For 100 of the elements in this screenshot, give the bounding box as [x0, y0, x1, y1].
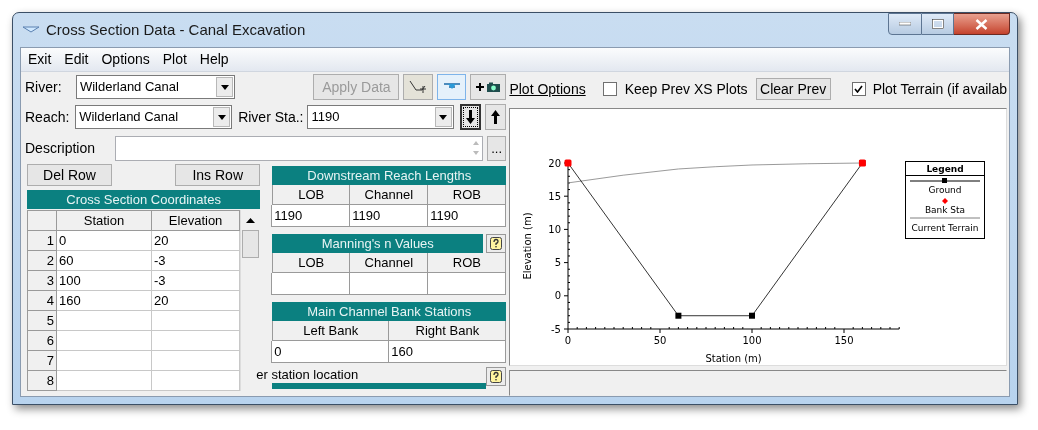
close-icon: [975, 18, 988, 30]
tick-label: 10: [548, 223, 562, 235]
axis-title: Elevation (m): [522, 212, 534, 280]
reach-dropdown[interactable]: Wilderland Canal: [75, 105, 233, 129]
row-number: 3: [27, 271, 57, 291]
down-arrow-icon: [466, 110, 475, 124]
cross-section-edit-button[interactable]: [403, 74, 433, 100]
table-cell[interactable]: 100: [57, 271, 152, 291]
field-label: River Sta.:: [238, 107, 304, 127]
maximize-button[interactable]: [922, 13, 954, 35]
column-header: ROB: [427, 185, 507, 205]
tick-label: 150: [834, 335, 854, 346]
column-header: Elevation: [152, 210, 241, 231]
help-button[interactable]: [486, 367, 507, 386]
legend-label: Ground: [928, 185, 962, 195]
table-cell[interactable]: 20: [152, 231, 241, 251]
insert-row-button[interactable]: Ins Row: [175, 164, 261, 186]
clear-prev-button[interactable]: Clear Prev: [755, 78, 831, 100]
delete-row-button[interactable]: Del Row: [27, 164, 112, 186]
minimize-icon: [899, 22, 911, 26]
tick-label: 0: [555, 290, 562, 302]
tick-label: 15: [548, 190, 562, 202]
table-cell[interactable]: [152, 331, 241, 351]
help-button[interactable]: [486, 234, 507, 253]
checkbox-label: Keep Prev XS Plots: [624, 79, 748, 99]
add-camera-icon: [475, 81, 502, 93]
column-header: Left Bank: [272, 321, 390, 341]
tick-label: 100: [742, 335, 762, 346]
table-cell[interactable]: [152, 371, 241, 391]
row-number: 5: [27, 311, 57, 331]
input-field[interactable]: 1190: [271, 205, 351, 227]
menu-item[interactable]: Edit: [64, 49, 89, 70]
section-header: Main Channel Bank Stations: [272, 302, 507, 321]
table-cell[interactable]: [57, 331, 152, 351]
corner-header: [27, 210, 57, 231]
column-header: Right Bank: [388, 321, 507, 341]
up-arrow-icon: [491, 110, 501, 124]
table-cell[interactable]: [57, 371, 152, 391]
table-cell[interactable]: 60: [57, 251, 152, 271]
table-cell[interactable]: 20: [152, 291, 241, 311]
axis-title: Station (m): [705, 353, 763, 364]
help-icon: [490, 237, 503, 250]
section-header: Manning's n Values: [272, 234, 484, 253]
input-field[interactable]: 1190: [349, 205, 429, 227]
plot-options-link[interactable]: Plot Options: [509, 78, 586, 100]
table-cell[interactable]: -3: [152, 271, 241, 291]
table-cell[interactable]: 160: [57, 291, 152, 311]
help-icon: [490, 370, 503, 383]
river-station-dropdown[interactable]: 1190: [307, 105, 454, 129]
table-cell[interactable]: [57, 351, 152, 371]
scroll-thumb[interactable]: [242, 230, 260, 258]
checkbox-label: Plot Terrain (if availab: [872, 79, 1007, 99]
input-field[interactable]: [427, 273, 507, 295]
menu-item[interactable]: Help: [199, 49, 229, 70]
more-button[interactable]: ...: [486, 135, 507, 161]
table-cell[interactable]: [152, 311, 241, 331]
input-field[interactable]: [349, 273, 429, 295]
tick-label: 50: [654, 335, 667, 346]
input-field[interactable]: 1190: [427, 205, 507, 227]
minimize-button[interactable]: [888, 13, 922, 35]
previous-station-button[interactable]: [485, 104, 507, 130]
input-field[interactable]: 0: [271, 341, 390, 363]
spin-arrows-icon: [471, 139, 480, 157]
row-number: 2: [27, 251, 57, 271]
add-camera-button[interactable]: [470, 74, 507, 100]
water-surface-icon: [22, 26, 40, 34]
tick-label: 0: [565, 335, 572, 346]
menu-item[interactable]: Options: [101, 49, 150, 70]
tick-label: 5: [555, 257, 562, 269]
chart-legend: Legend Ground Bank Sta Current Terrain: [905, 161, 986, 239]
cross-section-edit-icon: [409, 80, 428, 94]
row-number: 4: [27, 291, 57, 311]
section-header: Cross Section Coordinates: [27, 190, 261, 209]
next-station-button[interactable]: [459, 104, 482, 130]
menu-item[interactable]: Exit: [28, 49, 52, 70]
river-dropdown[interactable]: Wilderland Canal: [75, 75, 236, 99]
table-cell[interactable]: -3: [152, 251, 241, 271]
field-label: Reach:: [24, 107, 71, 127]
scroll-up-icon: [246, 217, 256, 223]
table-cell[interactable]: [152, 351, 241, 371]
row-number: 6: [27, 331, 57, 351]
column-header: ROB: [427, 253, 507, 273]
row-number: 1: [27, 231, 57, 251]
table-cell[interactable]: 0: [57, 231, 152, 251]
input-field[interactable]: 160: [388, 341, 507, 363]
section-header: Downstream Reach Lengths: [272, 166, 507, 185]
table-cell[interactable]: [57, 311, 152, 331]
close-button[interactable]: [954, 13, 1010, 35]
checkbox[interactable]: [602, 82, 617, 96]
row-number: 8: [27, 371, 57, 391]
field-label: Description: [24, 138, 97, 158]
bank-station-point: [564, 159, 572, 167]
checkbox[interactable]: [851, 82, 866, 96]
maximize-icon: [931, 19, 944, 29]
description-field[interactable]: [114, 135, 483, 161]
input-field[interactable]: [271, 273, 351, 295]
column-header: LOB: [272, 185, 351, 205]
menu-item[interactable]: Plot: [162, 49, 187, 70]
tick-label: -5: [551, 323, 562, 335]
tick-label: 20: [548, 157, 562, 169]
